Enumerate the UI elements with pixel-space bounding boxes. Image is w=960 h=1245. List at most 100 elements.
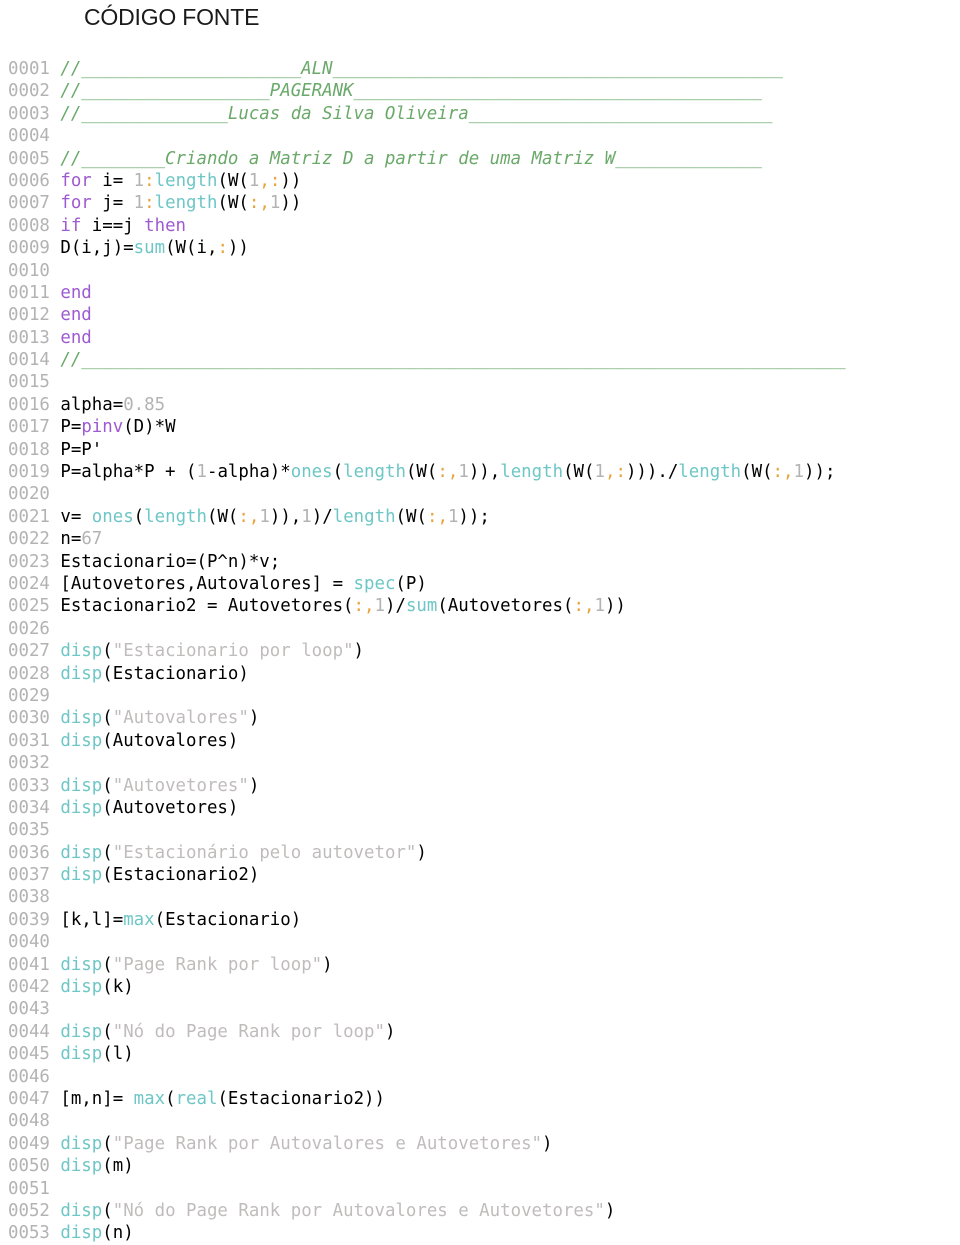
code-line: 0039 [k,l]=max(Estacionario) [0, 909, 960, 931]
code-token-fn: disp [60, 1133, 103, 1154]
line-number: 0053 [8, 1223, 61, 1244]
code-token-plain: ( [165, 1088, 176, 1109]
line-number: 0050 [8, 1156, 61, 1177]
code-line: 0034 disp(Autovetores) [0, 797, 960, 819]
line-number: 0004 [8, 126, 61, 147]
code-token-kw: pinv [81, 417, 124, 438]
code-line: 0021 v= ones(length(W(:,1)),1)/length(W(… [0, 506, 960, 528]
line-number: 0051 [8, 1178, 61, 1199]
code-token-punct: : [772, 462, 784, 483]
line-number: 0032 [8, 753, 61, 774]
code-line: 0003 //______________Lucas da Silva Oliv… [0, 103, 960, 125]
code-token-punct: : [217, 238, 228, 259]
line-number: 0022 [8, 529, 61, 550]
code-token-plain: P=alpha*P + ( [60, 462, 197, 483]
code-token-fn: disp [60, 954, 103, 975]
code-token-plain: P=P' [60, 439, 103, 460]
code-token-plain: )); [804, 462, 836, 483]
code-token-punct: : [238, 506, 249, 527]
line-number: 0013 [8, 327, 61, 348]
code-token-plain: j= [91, 193, 134, 214]
code-line: 0014 //_________________________________… [0, 349, 960, 371]
code-line: 0036 disp("Estacionário pelo autovetor") [0, 842, 960, 864]
line-number: 0038 [8, 887, 61, 908]
code-token-cmt: //______________Lucas da Silva Oliveira_… [60, 103, 773, 124]
code-token-plain: (W( [217, 170, 249, 191]
code-token-plain: (Estacionario) [102, 663, 249, 684]
code-token-punct: , [259, 170, 270, 191]
code-token-plain: ) [353, 641, 365, 662]
code-line: 0029 [0, 685, 960, 707]
code-token-cmt: //______________________________________… [60, 350, 846, 371]
code-token-fn: sum [405, 596, 438, 617]
code-token-kw: if [60, 215, 82, 236]
line-number: 0031 [8, 730, 61, 751]
code-token-fn: max [133, 1088, 166, 1109]
code-token-plain: (n) [102, 1223, 134, 1244]
line-number: 0018 [8, 439, 61, 460]
code-token-plain: ( [102, 641, 113, 662]
code-line: 0011 end [0, 282, 960, 304]
line-number: 0012 [8, 305, 61, 326]
code-token-fn: disp [60, 1044, 103, 1065]
code-token-punct: : [248, 193, 260, 214]
code-line: 0004 [0, 125, 960, 147]
code-token-plain: (Autovalores) [102, 730, 239, 751]
line-number: 0023 [8, 551, 61, 572]
code-line: 0012 end [0, 304, 960, 326]
code-line: 0046 [0, 1066, 960, 1088]
code-token-plain: [m,n]= [60, 1088, 134, 1109]
code-token-plain: (Autovetores) [102, 797, 239, 818]
code-token-punct: , [783, 462, 794, 483]
code-line: 0024 [Autovetores,Autovalores] = spec(P) [0, 573, 960, 595]
code-token-plain: i= [91, 170, 134, 191]
line-number: 0047 [8, 1088, 61, 1109]
code-line: 0007 for j= 1:length(W(:,1)) [0, 192, 960, 214]
line-number: 0028 [8, 663, 61, 684]
code-token-punct: : [353, 596, 365, 617]
code-token-plain: ) [384, 1021, 396, 1042]
code-token-plain: )/ [384, 596, 406, 617]
code-token-num: 1 [248, 170, 260, 191]
code-token-fn: disp [60, 641, 103, 662]
code-line: 0048 [0, 1110, 960, 1132]
code-token-fn: length [343, 462, 406, 483]
line-number: 0003 [8, 103, 61, 124]
code-line: 0025 Estacionario2 = Autovetores(:,1)/su… [0, 595, 960, 617]
code-token-plain: (Estacionario2) [102, 865, 260, 886]
code-line: 0035 [0, 819, 960, 841]
code-line: 0033 disp("Autovetores") [0, 775, 960, 797]
code-token-plain: ( [332, 462, 344, 483]
code-token-str: "Page Rank por Autovalores e Autovetores… [112, 1133, 543, 1154]
code-token-fn: length [332, 506, 396, 527]
line-number: 0008 [8, 215, 61, 236]
code-line: 0010 [0, 260, 960, 282]
line-number: 0039 [8, 909, 61, 930]
line-number: 0017 [8, 417, 61, 438]
line-number: 0030 [8, 708, 61, 729]
code-token-fn: disp [60, 730, 103, 751]
code-token-plain: i==j [81, 215, 145, 236]
code-line: 0015 [0, 371, 960, 393]
code-token-punct: : [573, 596, 584, 617]
code-token-num: 67 [81, 529, 103, 550]
code-line: 0049 disp("Page Rank por Autovalores e A… [0, 1133, 960, 1155]
code-token-plain: (Estacionario2)) [217, 1088, 385, 1109]
code-token-fn: length [154, 193, 218, 214]
code-token-fn: length [154, 170, 218, 191]
code-token-plain: (W(i, [165, 238, 218, 259]
code-token-plain: (W( [741, 462, 773, 483]
code-token-punct: , [437, 506, 448, 527]
code-token-plain: -alpha)* [206, 462, 291, 483]
code-line: 0016 alpha=0.85 [0, 394, 960, 416]
code-token-plain: (W( [405, 462, 438, 483]
code-token-fn: max [123, 909, 155, 930]
line-number: 0026 [8, 618, 61, 639]
code-token-plain: )/ [311, 506, 333, 527]
code-line: 0045 disp(l) [0, 1043, 960, 1065]
code-line: 0053 disp(n) [0, 1222, 960, 1244]
code-token-plain: )) [227, 238, 249, 259]
code-line: 0044 disp("Nó do Page Rank por loop") [0, 1021, 960, 1043]
line-number: 0019 [8, 462, 61, 483]
code-token-punct: : [144, 170, 155, 191]
